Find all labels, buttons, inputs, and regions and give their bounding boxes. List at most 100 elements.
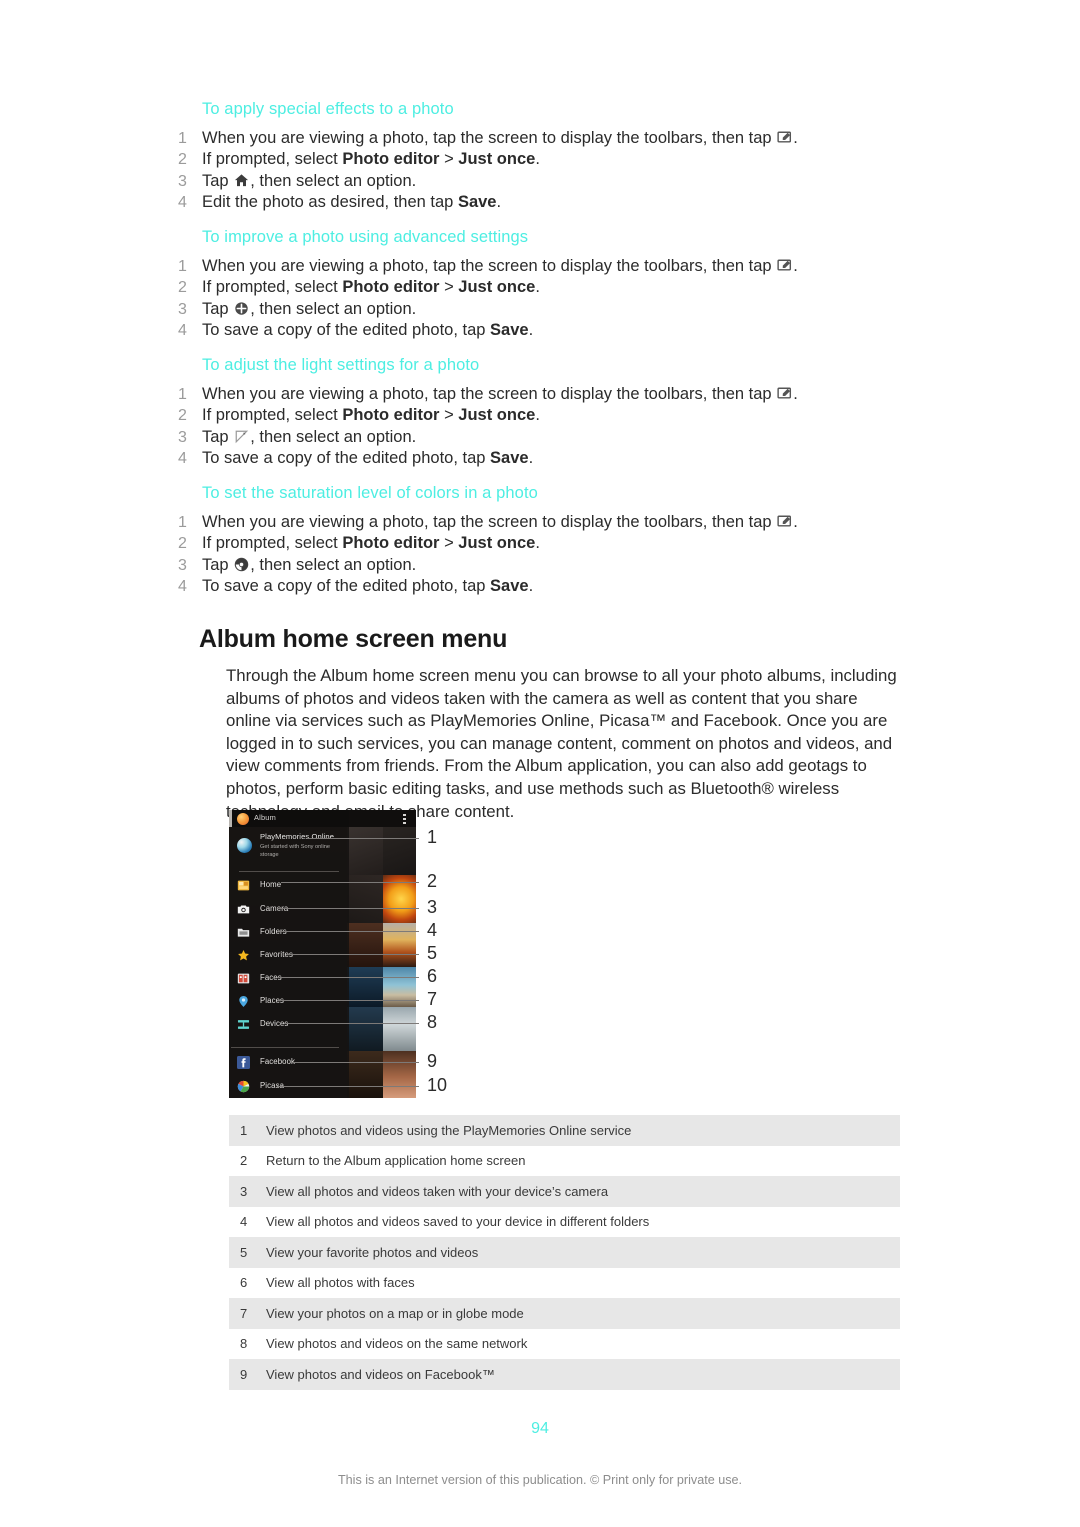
playmemories-title: PlayMemories Online <box>260 832 335 841</box>
procedure-block: To apply special effects to a photo 1 When… <box>178 100 938 214</box>
step-text: Tap , then select an option. <box>202 555 417 574</box>
legend-row: 5 View your favorite photos and videos <box>229 1237 900 1268</box>
legend-row: 2 Return to the Album application home sc… <box>229 1146 900 1177</box>
legend-number: 9 <box>240 1366 248 1382</box>
callout-leader-line <box>287 954 419 955</box>
app-bar-title: Album <box>254 813 276 822</box>
procedure-step: 3 Tap , then select an option. <box>178 299 938 320</box>
drawer-item-places[interactable]: Places <box>229 990 349 1014</box>
step-text: Tap , then select an option. <box>202 299 417 318</box>
procedure-title: To apply special effects to a photo <box>202 100 454 118</box>
callout-leader-line <box>277 977 419 978</box>
callout-number: 6 <box>427 966 438 986</box>
procedure-step: 2 If prompted, select Photo editor > Just… <box>178 277 938 298</box>
step-text: To save a copy of the edited photo, tap … <box>202 321 534 340</box>
callout-number: 7 <box>427 989 438 1009</box>
home-album-icon <box>237 879 250 892</box>
legend-number: 7 <box>240 1305 248 1321</box>
step-text: If prompted, select Photo editor > Just … <box>202 150 540 169</box>
edit-toolbar-icon <box>777 386 792 401</box>
callout-number: 1 <box>427 827 438 847</box>
legend-number: 8 <box>240 1336 248 1352</box>
step-number: 1 <box>178 514 187 531</box>
special-effects-icon <box>234 173 249 188</box>
procedure-step: 1 When you are viewing a photo, tap the s… <box>178 512 938 533</box>
procedure-title: To improve a photo using advanced settin… <box>202 228 529 246</box>
legend-number: 3 <box>240 1183 248 1199</box>
album-menu-figure: Album PlayMemories Online Get started wi… <box>229 810 466 1098</box>
drawer-item-camera[interactable]: Camera <box>229 898 349 922</box>
thumbnail-tile <box>347 967 383 1007</box>
drawer-item-folders[interactable]: Folders <box>229 921 349 945</box>
procedure-step: 4 Edit the photo as desired, then tap Sav… <box>178 192 938 213</box>
callout-leader-line <box>291 1062 419 1063</box>
footer-notice: This is an Internet version of this publ… <box>337 1473 743 1487</box>
page-title: Album home screen menu <box>199 625 508 653</box>
drawer-divider <box>239 871 339 872</box>
callout-number: 10 <box>427 1075 448 1095</box>
callout-leader-line <box>277 908 419 909</box>
procedure-step: 2 If prompted, select Photo editor > Just… <box>178 405 938 426</box>
procedure-step: 4 To save a copy of the edited photo, tap… <box>178 320 938 341</box>
callout-leader-line <box>279 931 419 932</box>
step-text: When you are viewing a photo, tap the sc… <box>202 129 798 147</box>
thumbnail-tile <box>383 967 416 1007</box>
legend-row: 6 View all photos with faces <box>229 1268 900 1299</box>
legend-text: View your favorite photos and videos <box>266 1244 479 1260</box>
legend-number: 5 <box>240 1244 248 1260</box>
drawer-item-favorites[interactable]: Favorites <box>229 944 349 968</box>
edit-toolbar-icon <box>777 258 792 273</box>
legend-text: View all photos with faces <box>266 1275 415 1291</box>
legend-row: 7 View your photos on a map or in globe m… <box>229 1298 900 1329</box>
legend-row: 4 View all photos and videos saved to you… <box>229 1207 900 1238</box>
picasa-icon <box>237 1080 250 1093</box>
faces-icon <box>237 972 250 985</box>
legend-number: 1 <box>240 1122 248 1138</box>
playmemories-promo-row[interactable]: PlayMemories Online Get started with Son… <box>229 828 349 870</box>
drawer-item-faces[interactable]: Faces <box>229 967 349 991</box>
section-intro-paragraph: Through the Album home screen menu you c… <box>226 666 897 821</box>
edit-toolbar-icon <box>777 514 792 529</box>
legend-row: 3 View all photos and videos taken with y… <box>229 1176 900 1207</box>
album-app-icon <box>237 812 249 825</box>
callout-leader-line <box>281 882 419 883</box>
folder-icon <box>237 926 250 939</box>
step-number: 4 <box>178 450 187 468</box>
procedure-step: 2 If prompted, select Photo editor > Just… <box>178 533 938 554</box>
legend-text: View all photos and videos saved to your… <box>266 1214 650 1230</box>
step-number: 3 <box>178 300 187 318</box>
facebook-icon <box>237 1056 250 1069</box>
light-settings-icon <box>234 429 249 444</box>
overflow-menu-icon[interactable] <box>403 813 406 825</box>
playmemories-icon <box>237 838 252 853</box>
callout-leader-line <box>277 1000 419 1001</box>
legend-row: 8 View photos and videos on the same netw… <box>229 1329 900 1360</box>
drawer-item-home[interactable]: Home <box>229 874 349 898</box>
document-page: To apply special effects to a photo 1 When… <box>0 0 1080 1527</box>
drawer-item-facebook[interactable]: Facebook <box>229 1051 349 1075</box>
procedure-step: 1 When you are viewing a photo, tap the s… <box>178 384 938 405</box>
devices-icon <box>237 1018 250 1031</box>
procedure-step: 3 Tap , then select an option. <box>178 427 938 448</box>
legend-text: View all photos and videos taken with yo… <box>266 1183 609 1199</box>
step-text: Edit the photo as desired, then tap Save… <box>202 193 502 212</box>
step-text: When you are viewing a photo, tap the sc… <box>202 513 798 531</box>
legend-row: 9 View photos and videos on Facebook™ <box>229 1359 900 1390</box>
procedure-step: 4 To save a copy of the edited photo, tap… <box>178 448 938 469</box>
thumbnail-tile <box>383 827 416 875</box>
step-number: 2 <box>178 279 187 297</box>
step-text: Tap , then select an option. <box>202 171 417 190</box>
figure-legend-table: 1 View photos and videos using the PlayMe… <box>229 1115 900 1390</box>
drawer-item-devices[interactable]: Devices <box>229 1013 349 1037</box>
legend-text: View photos and videos on Facebook™ <box>266 1366 495 1382</box>
page-number: 94 <box>531 1420 549 1437</box>
callout-leader-line <box>307 838 419 839</box>
procedure-step: 4 To save a copy of the edited photo, tap… <box>178 576 938 597</box>
step-number: 2 <box>178 151 187 169</box>
thumbnail-tile <box>383 1007 416 1051</box>
step-number: 3 <box>178 428 187 446</box>
step-number: 2 <box>178 535 187 553</box>
step-number: 4 <box>178 194 187 212</box>
step-number: 1 <box>178 130 187 147</box>
legend-text: View your photos on a map or in globe mo… <box>266 1305 524 1321</box>
